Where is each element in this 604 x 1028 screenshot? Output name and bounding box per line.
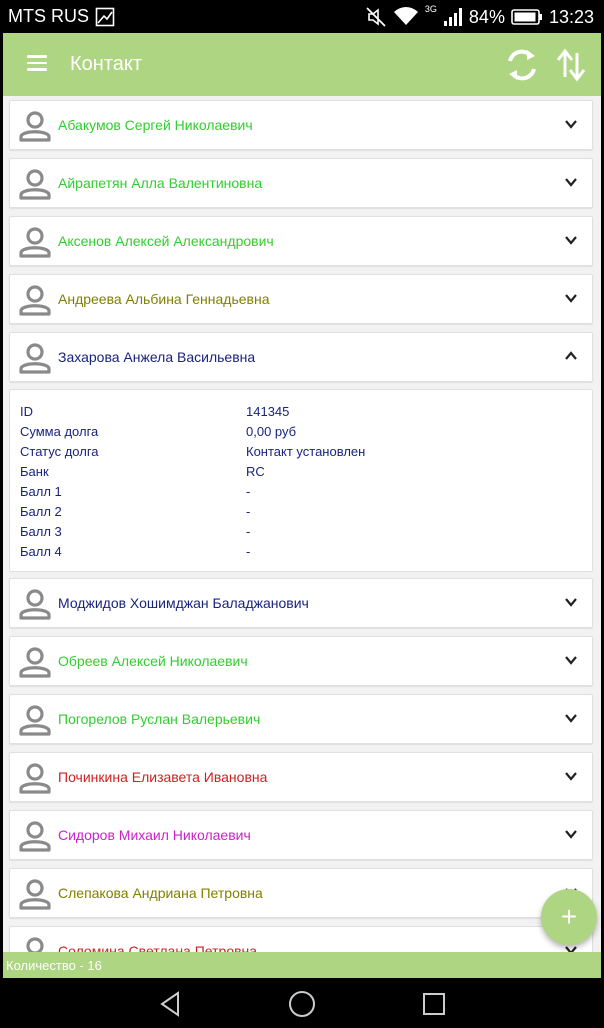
battery-icon	[511, 9, 542, 25]
contact-card[interactable]: Абакумов Сергей Николаевич	[9, 100, 593, 150]
contact-card[interactable]: Андреева Альбина Геннадьевна	[9, 274, 593, 324]
wifi-icon	[393, 7, 418, 25]
chevron-down-icon[interactable]	[564, 117, 578, 131]
contact-card[interactable]: Моджидов Хошимджан Баладжанович	[9, 578, 593, 628]
detail-row: Балл 1 -	[20, 484, 580, 504]
image-notification-icon	[95, 7, 115, 26]
chevron-down-icon[interactable]	[564, 769, 578, 783]
sync-icon[interactable]	[503, 47, 541, 83]
detail-label: Сумма долга	[20, 424, 99, 439]
contact-name: Айрапетян Алла Валентиновна	[58, 175, 263, 191]
detail-value: 0,00 руб	[246, 424, 297, 439]
person-icon	[18, 761, 52, 795]
clock: 13:23	[548, 6, 594, 27]
person-icon	[18, 341, 52, 375]
detail-row: Балл 4 -	[20, 544, 580, 564]
chevron-down-icon[interactable]	[564, 711, 578, 725]
status-bar: MTS RUS 3G 84% 13:23	[0, 0, 604, 33]
contact-card[interactable]: Айрапетян Алла Валентиновна	[9, 158, 593, 208]
contact-card[interactable]: Сидоров Михаил Николаевич	[9, 810, 593, 860]
recents-icon[interactable]	[420, 990, 448, 1018]
chevron-down-icon[interactable]	[564, 175, 578, 189]
contact-name: Абакумов Сергей Николаевич	[58, 117, 253, 133]
add-contact-button[interactable]: +	[541, 889, 597, 945]
contact-card[interactable]: Обреев Алексей Николаевич	[9, 636, 593, 686]
person-icon	[18, 109, 52, 143]
person-icon	[18, 587, 52, 621]
detail-value: Контакт установлен	[246, 444, 366, 459]
home-icon[interactable]	[288, 990, 316, 1018]
person-icon	[18, 703, 52, 737]
chevron-down-icon[interactable]	[564, 653, 578, 667]
detail-value: RC	[246, 464, 265, 479]
detail-row: Сумма долга 0,00 руб	[20, 424, 580, 444]
detail-value: -	[246, 484, 251, 499]
detail-row: Статус долга Контакт установлен	[20, 444, 580, 464]
detail-row: Банк RC	[20, 464, 580, 484]
detail-label: Балл 4	[20, 544, 62, 559]
contact-name: Погорелов Руслан Валерьевич	[58, 711, 261, 727]
contact-name: Захарова Анжела Васильевна	[58, 349, 256, 365]
battery-percent: 84%	[468, 6, 505, 27]
count-label: Количество - 16	[6, 958, 102, 973]
detail-value: 141345	[246, 404, 290, 419]
contact-name: Андреева Альбина Геннадьевна	[58, 291, 270, 307]
contact-name: Моджидов Хошимджан Баладжанович	[58, 595, 309, 611]
person-icon	[18, 935, 52, 952]
back-icon[interactable]	[157, 990, 185, 1018]
person-icon	[18, 819, 52, 853]
chevron-down-icon[interactable]	[564, 291, 578, 305]
contact-details-panel: ID 141345 Сумма долга 0,00 руб Статус долга К…	[9, 389, 593, 572]
contact-name: Сидоров Михаил Николаевич	[58, 827, 251, 843]
contact-card[interactable]: Погорелов Руслан Валерьевич	[9, 694, 593, 744]
contact-card[interactable]: Починкина Елизавета Ивановна	[9, 752, 593, 802]
detail-row: Балл 3 -	[20, 524, 580, 544]
person-icon	[18, 645, 52, 679]
page-title: Контакт	[70, 53, 143, 75]
chevron-down-icon[interactable]	[564, 827, 578, 841]
person-icon	[18, 877, 52, 911]
detail-value: -	[246, 544, 251, 559]
contact-name: Слепакова Андриана Петровна	[58, 885, 263, 901]
count-footer: Количество - 16	[3, 952, 601, 978]
plus-icon: +	[560, 901, 578, 932]
chevron-up-icon[interactable]	[564, 349, 578, 363]
detail-row: ID 141345	[20, 404, 580, 424]
contact-name: Обреев Алексей Николаевич	[58, 653, 248, 669]
app-bar: Контакт	[3, 33, 601, 96]
hamburger-menu-icon[interactable]	[27, 55, 47, 73]
person-icon	[18, 225, 52, 259]
network-type: 3G	[424, 4, 437, 14]
sort-icon[interactable]	[555, 47, 587, 83]
contact-card[interactable]: Слепакова Андриана Петровна	[9, 868, 593, 918]
chevron-down-icon[interactable]	[564, 233, 578, 247]
carrier-name: MTS RUS	[8, 6, 89, 26]
contact-list: Абакумов Сергей Николаевич Айрапетян Алла…	[3, 96, 601, 952]
detail-label: Статус долга	[20, 444, 99, 459]
detail-label: Балл 2	[20, 504, 62, 519]
contact-name: Починкина Елизавета Ивановна	[58, 769, 268, 785]
contact-name: Аксенов Алексей Александрович	[58, 233, 274, 249]
detail-label: Балл 1	[20, 484, 62, 499]
detail-label: ID	[20, 404, 33, 419]
mute-icon	[366, 7, 386, 27]
contact-name: Соломина Светлана Петровна	[58, 943, 258, 952]
person-icon	[18, 283, 52, 317]
system-nav-bar	[0, 978, 604, 1028]
signal-icon	[443, 8, 462, 26]
contact-card[interactable]: Соломина Светлана Петровна	[9, 926, 593, 952]
detail-row: Балл 2 -	[20, 504, 580, 524]
detail-label: Банк	[20, 464, 49, 479]
contact-card[interactable]: Аксенов Алексей Александрович	[9, 216, 593, 266]
detail-label: Балл 3	[20, 524, 62, 539]
detail-value: -	[246, 504, 251, 519]
chevron-down-icon[interactable]	[564, 595, 578, 609]
contact-card[interactable]: Захарова Анжела Васильевна	[9, 332, 593, 382]
person-icon	[18, 167, 52, 201]
detail-value: -	[246, 524, 251, 539]
